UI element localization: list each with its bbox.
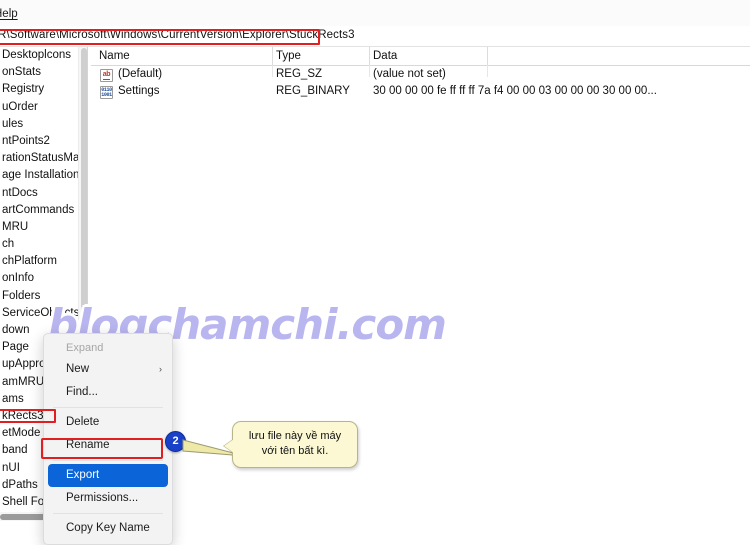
context-menu[interactable]: Expand New › Find... Delete Rename Export Permi… xyxy=(43,333,173,545)
step-badge-2: 2 xyxy=(165,431,186,452)
callout-line-1: lưu file này về máy xyxy=(248,430,342,442)
column-divider-1[interactable] xyxy=(272,47,273,65)
context-menu-separator xyxy=(53,513,163,514)
chevron-right-icon: › xyxy=(159,364,162,374)
tree-item[interactable]: Registry xyxy=(0,81,78,98)
context-menu-item-label: Expand xyxy=(66,342,104,354)
column-divider-2[interactable] xyxy=(369,47,370,65)
tree-item[interactable]: ch xyxy=(0,236,78,253)
column-header-type[interactable]: Type xyxy=(276,50,301,62)
context-menu-separator xyxy=(53,407,163,408)
address-bar[interactable]: R\Software\Microsoft\Windows\CurrentVers… xyxy=(0,26,750,47)
values-column-header: Name Type Data xyxy=(91,47,750,66)
context-menu-item-label: Delete xyxy=(66,416,100,428)
callout-tail xyxy=(224,439,234,453)
string-value-icon: ab xyxy=(100,69,113,82)
address-bar-path: R\Software\Microsoft\Windows\CurrentVers… xyxy=(0,29,355,41)
context-menu-item-delete[interactable]: Delete xyxy=(44,411,172,434)
tree-item[interactable]: chPlatform xyxy=(0,253,78,270)
value-name-cell: (Default) xyxy=(118,68,163,80)
tree-item[interactable]: age Installation xyxy=(0,167,78,184)
tree-item[interactable]: ntPoints2 xyxy=(0,133,78,150)
context-menu-item-label: Copy Key Name xyxy=(66,522,150,534)
tree-item[interactable]: MRU xyxy=(0,219,78,236)
tree-vertical-scrollbar-thumb[interactable] xyxy=(80,48,87,338)
column-header-data[interactable]: Data xyxy=(373,50,397,62)
value-type-cell: REG_SZ xyxy=(276,68,323,80)
context-menu-separator xyxy=(53,460,163,461)
context-menu-item-expand: Expand xyxy=(44,338,172,358)
column-header-name[interactable]: Name xyxy=(99,50,130,62)
tree-item[interactable]: rationStatusManage xyxy=(0,150,78,167)
value-name-cell: Settings xyxy=(118,85,160,97)
value-type-cell: REG_BINARY xyxy=(276,85,350,97)
callout-text: lưu file này về máy với tên bất kì. xyxy=(233,422,357,459)
context-menu-item-new[interactable]: New › xyxy=(44,358,172,381)
callout-bubble: lưu file này về máy với tên bất kì. xyxy=(224,421,358,468)
tree-item[interactable]: ntDocs xyxy=(0,185,78,202)
context-menu-item-export[interactable]: Export xyxy=(48,464,168,487)
callout-line-2: với tên bất kì. xyxy=(261,445,329,457)
tree-item[interactable]: ServiceObjects xyxy=(0,305,78,322)
context-menu-item-label: Export xyxy=(66,469,100,481)
tree-item[interactable]: ules xyxy=(0,116,78,133)
tree-item[interactable]: uOrder xyxy=(0,99,78,116)
registry-editor-window: Help R\Software\Microsoft\Windows\Curren… xyxy=(0,0,750,545)
menu-bar: Help xyxy=(0,0,750,26)
context-menu-item-label: Rename xyxy=(66,439,110,451)
tree-item[interactable]: artCommands xyxy=(0,202,78,219)
context-menu-items: Expand New › Find... Delete Rename Export Permi… xyxy=(44,338,172,540)
column-divider-3[interactable] xyxy=(487,47,488,65)
tree-horizontal-scrollbar-thumb[interactable] xyxy=(0,513,46,520)
value-row[interactable]: 0110 1001 Settings REG_BINARY 30 00 00 00 fe… xyxy=(91,84,750,101)
context-menu-item-label: Permissions... xyxy=(66,492,139,504)
value-data-cell: 30 00 00 00 fe ff ff ff 7a f4 00 00 03 0… xyxy=(373,85,657,97)
tree-item[interactable]: onInfo xyxy=(0,270,78,287)
registry-values-pane[interactable]: Name Type Data ab (Default) REG_SZ (value n… xyxy=(91,47,750,536)
context-menu-item-find[interactable]: Find... xyxy=(44,381,172,404)
context-menu-item-label: Find... xyxy=(66,386,98,398)
value-data-cell: (value not set) xyxy=(373,68,446,80)
context-menu-item-label: New xyxy=(66,363,90,375)
context-menu-item-copy-key-name[interactable]: Copy Key Name xyxy=(44,517,172,540)
value-row[interactable]: ab (Default) REG_SZ (value not set) xyxy=(91,67,750,84)
tree-item[interactable]: Folders xyxy=(0,288,78,305)
tree-item[interactable]: onStats xyxy=(0,64,78,81)
binary-value-icon: 0110 1001 xyxy=(100,86,113,99)
context-menu-item-rename[interactable]: Rename xyxy=(44,434,172,457)
tree-item[interactable]: Desktoplcons xyxy=(0,47,78,64)
menu-item-help[interactable]: Help xyxy=(0,8,18,20)
context-menu-item-permissions[interactable]: Permissions... xyxy=(44,487,172,510)
